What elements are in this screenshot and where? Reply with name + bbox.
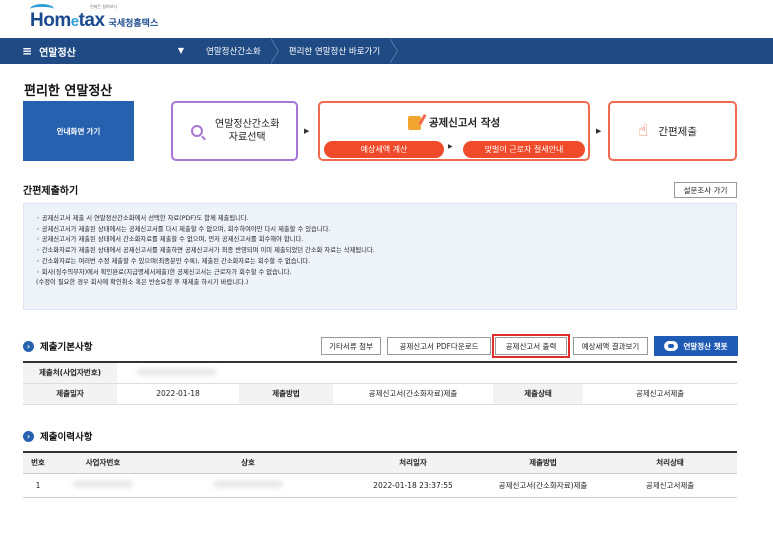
submit-method-value: 공제신고서(간소화자료)제출 — [333, 383, 493, 405]
notice-line: ◦ 공제신고서가 제출된 상태에서는 공제신고서를 다시 제출할 수 없으며, … — [36, 225, 331, 233]
row-number: 1 — [23, 473, 53, 498]
caret-down-icon: ▼ — [177, 46, 184, 55]
section-title: 간편제출하기 — [23, 186, 79, 197]
expected-tax-result-button[interactable]: 예상세액 결과보기 — [573, 337, 648, 355]
step-easy-submit[interactable]: ☝ 간편제출 — [608, 101, 737, 161]
submit-status-value: 공제신고서제출 — [583, 383, 737, 405]
print-form-button[interactable]: 공제신고서 출력 — [492, 334, 570, 358]
submit-date-value: 2022-01-18 — [117, 383, 239, 405]
hometax-logo[interactable]: 언제든 살펴보다 Hometax 국세청홈택스 — [30, 4, 159, 32]
notice-line: ◦ 간소화자료가 제출된 상태에서 공제신고서를 제출하면 공제신고서가 최종 … — [36, 247, 375, 255]
business-number — [53, 473, 153, 498]
process-status: 공제신고서제출 — [603, 473, 737, 498]
redacted-value — [213, 480, 283, 488]
top-nav-bar: ≡ 연말정산 ▼ 연말정산간소화 편리한 연말정산 바로가기 — [0, 38, 773, 64]
step2-header: 공제신고서 작성 — [320, 115, 588, 130]
table-row[interactable]: 1 2022-01-18 23:37:55 공제신고서(간소화자료)제출 공제신… — [23, 473, 737, 498]
column-header: 처리일자 — [343, 452, 483, 474]
notice-line: ◦ 공제신고서가 제출된 상태에서 간소화자료를 제출할 수 없으며, 먼저 공… — [36, 236, 304, 244]
chevron-circle-icon: › — [23, 340, 34, 352]
arrow-right-icon: ▶ — [304, 127, 310, 135]
step-deduction-form[interactable]: 공제신고서 작성 예상세액 계산 ▶ 맞벌이 근로자 절세안내 — [318, 101, 590, 161]
menu-icon: ≡ — [22, 44, 33, 58]
notice-line: ◦ 간소화자료는 여러번 수정 제출할 수 있으며(최종분만 수록), 제출된 … — [36, 257, 311, 265]
basic-info-heading: › 제출기본사항 — [23, 339, 92, 353]
submit-to-label: 제출처(사업자번호) — [23, 362, 117, 384]
attach-other-docs-button[interactable]: 기타서류 첨부 — [321, 337, 381, 355]
column-header: 상호 — [153, 452, 343, 474]
table-header-row: 번호 사업자번호 상호 처리일자 제출방법 처리상태 — [23, 452, 737, 474]
expected-tax-pill[interactable]: 예상세액 계산 — [324, 141, 444, 158]
logo-tagline: 언제든 살펴보다 — [90, 4, 118, 9]
arrow-right-icon: ▶ — [448, 143, 453, 150]
redacted-value — [73, 480, 133, 488]
process-date: 2022-01-18 23:37:55 — [343, 473, 483, 498]
notice-line: ◦ 회사(징수의무자)에서 확인완료(지급명세서제출)한 공제신고서는 근로자가… — [36, 268, 292, 276]
redacted-value — [137, 367, 217, 376]
nav-menu-toggle[interactable]: ≡ 연말정산 ▼ — [0, 38, 196, 64]
submit-method-label: 제출방법 — [239, 383, 333, 405]
submit-date-label: 제출일자 — [23, 383, 117, 405]
submit-method: 공제신고서(간소화자료)제출 — [483, 473, 603, 498]
step-simplified-data-select[interactable]: 연말정산간소화 자료선택 — [171, 101, 298, 161]
table-row: 제출처(사업자번호) — [23, 362, 737, 384]
arrow-right-icon: ▶ — [596, 127, 602, 135]
chatbot-button[interactable]: 연말정산 챗봇 — [654, 336, 738, 356]
column-header: 제출방법 — [483, 452, 603, 474]
column-header: 사업자번호 — [53, 452, 153, 474]
submit-to-value — [117, 362, 737, 384]
dual-income-tax-pill[interactable]: 맞벌이 근로자 절세안내 — [463, 141, 585, 158]
logo-swoosh-icon — [30, 4, 54, 14]
nav-menu-label: 연말정산 — [39, 47, 76, 59]
step3-label: 간편제출 — [658, 125, 697, 138]
notice-line: (수정이 필요한 경우 회사에 확인취소 혹은 반송요청 후 재제출 하시기 바… — [36, 279, 249, 287]
breadcrumb-simplified[interactable]: 연말정산간소화 — [196, 38, 279, 64]
submit-status-label: 제출상태 — [493, 383, 583, 405]
breadcrumb-shortcut[interactable]: 편리한 연말정산 바로가기 — [279, 38, 399, 64]
notice-line: ◦ 공제신고서 제출 시 연말정산간소화에서 선택한 자료(PDF)도 함께 제… — [36, 215, 249, 222]
table-row: 제출일자 2022-01-18 제출방법 공제신고서(간소화자료)제출 제출상태… — [23, 383, 737, 405]
column-header: 처리상태 — [603, 452, 737, 474]
document-pencil-icon — [407, 115, 421, 130]
hand-pointer-icon: ☝ — [638, 121, 649, 141]
company-name — [153, 473, 343, 498]
pdf-download-button[interactable]: 공제신고서 PDF다운로드 — [387, 337, 491, 355]
column-header: 번호 — [23, 452, 53, 474]
history-table: 번호 사업자번호 상호 처리일자 제출방법 처리상태 1 2022-01-18 … — [23, 451, 737, 498]
basic-info-table: 제출처(사업자번호) 제출일자 2022-01-18 제출방법 공제신고서(간소… — [23, 361, 737, 405]
chatbot-icon — [664, 341, 679, 351]
guide-screen-button[interactable]: 안내화면 가기 — [23, 101, 134, 161]
logo-subtitle: 국세청홈택스 — [108, 19, 159, 29]
history-heading: › 제출이력사항 — [23, 429, 92, 443]
chevron-circle-icon: › — [23, 430, 34, 442]
search-icon — [191, 125, 203, 137]
step1-label: 연말정산간소화 자료선택 — [215, 119, 280, 143]
page-title: 편리한 연말정산 — [24, 84, 113, 99]
survey-button[interactable]: 설문조사 가기 — [674, 182, 737, 198]
notice-box: ◦ 공제신고서 제출 시 연말정산간소화에서 선택한 자료(PDF)도 함께 제… — [23, 203, 737, 310]
